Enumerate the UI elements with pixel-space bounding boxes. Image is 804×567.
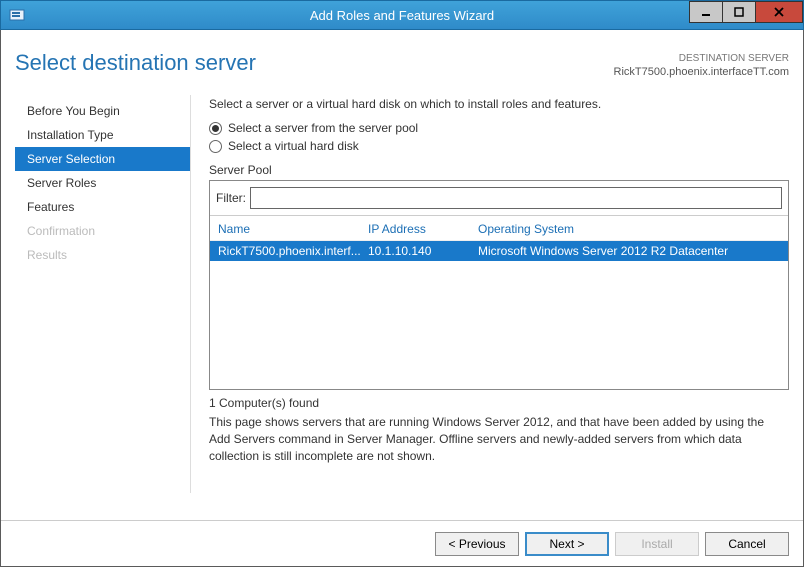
radio-icon bbox=[209, 122, 222, 135]
server-pool-label: Server Pool bbox=[209, 163, 789, 177]
filter-row: Filter: bbox=[210, 181, 788, 216]
step-server-roles[interactable]: Server Roles bbox=[15, 171, 190, 195]
radio-vhd-label: Select a virtual hard disk bbox=[228, 139, 359, 153]
footer: < Previous Next > Install Cancel bbox=[1, 520, 803, 566]
content: Before You Begin Installation Type Serve… bbox=[15, 95, 789, 493]
radio-icon bbox=[209, 140, 222, 153]
step-features[interactable]: Features bbox=[15, 195, 190, 219]
next-button[interactable]: Next > bbox=[525, 532, 609, 556]
minimize-button[interactable] bbox=[689, 1, 723, 23]
close-button[interactable] bbox=[755, 1, 803, 23]
column-headers: Name IP Address Operating System bbox=[210, 216, 788, 241]
destination-label: DESTINATION SERVER bbox=[614, 52, 789, 65]
window-title: Add Roles and Features Wizard bbox=[1, 8, 803, 23]
destination-info: DESTINATION SERVER RickT7500.phoenix.int… bbox=[614, 52, 789, 79]
col-name[interactable]: Name bbox=[218, 222, 368, 236]
col-ip[interactable]: IP Address bbox=[368, 222, 478, 236]
previous-button[interactable]: < Previous bbox=[435, 532, 519, 556]
step-installation-type[interactable]: Installation Type bbox=[15, 123, 190, 147]
filter-input[interactable] bbox=[250, 187, 782, 209]
server-rows: RickT7500.phoenix.interf... 10.1.10.140 … bbox=[210, 241, 788, 389]
step-confirmation: Confirmation bbox=[15, 219, 190, 243]
step-before-you-begin[interactable]: Before You Begin bbox=[15, 99, 190, 123]
main-panel: Select a server or a virtual hard disk o… bbox=[190, 95, 789, 493]
radio-server-pool-label: Select a server from the server pool bbox=[228, 121, 418, 135]
cell-name: RickT7500.phoenix.interf... bbox=[218, 244, 368, 258]
maximize-button[interactable] bbox=[722, 1, 756, 23]
cell-os: Microsoft Windows Server 2012 R2 Datacen… bbox=[478, 244, 780, 258]
steps-sidebar: Before You Begin Installation Type Serve… bbox=[15, 95, 190, 493]
step-results: Results bbox=[15, 243, 190, 267]
window-controls bbox=[690, 1, 803, 23]
page-title: Select destination server bbox=[15, 50, 256, 76]
header: Select destination server DESTINATION SE… bbox=[15, 50, 789, 79]
server-pool-box: Filter: Name IP Address Operating System… bbox=[209, 180, 789, 390]
intro-text: Select a server or a virtual hard disk o… bbox=[209, 97, 789, 111]
filter-label: Filter: bbox=[216, 191, 246, 205]
computers-found: 1 Computer(s) found bbox=[209, 396, 789, 410]
col-os[interactable]: Operating System bbox=[478, 222, 780, 236]
info-note: This page shows servers that are running… bbox=[209, 414, 789, 464]
destination-value: RickT7500.phoenix.interfaceTT.com bbox=[614, 65, 789, 79]
cancel-button[interactable]: Cancel bbox=[705, 532, 789, 556]
cell-ip: 10.1.10.140 bbox=[368, 244, 478, 258]
step-server-selection[interactable]: Server Selection bbox=[15, 147, 190, 171]
install-button: Install bbox=[615, 532, 699, 556]
server-manager-icon bbox=[9, 7, 25, 23]
radio-vhd[interactable]: Select a virtual hard disk bbox=[209, 139, 789, 153]
radio-server-pool[interactable]: Select a server from the server pool bbox=[209, 121, 789, 135]
table-row[interactable]: RickT7500.phoenix.interf... 10.1.10.140 … bbox=[210, 241, 788, 261]
titlebar: Add Roles and Features Wizard bbox=[0, 0, 804, 30]
wizard-body: Select destination server DESTINATION SE… bbox=[0, 30, 804, 567]
